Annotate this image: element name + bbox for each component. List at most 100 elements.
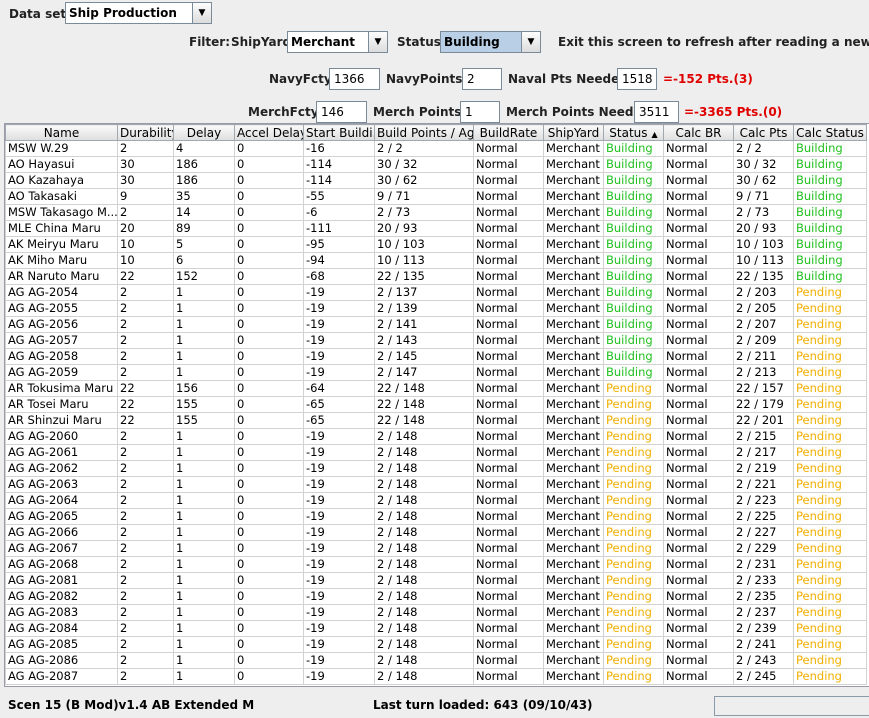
cell-start-build: -19 — [303, 316, 375, 333]
table-row[interactable]: AR Shinzui Maru 22 155 0 -65 22 / 148 Normal Me… — [5, 412, 867, 429]
cell-shipyard: Merchant — [543, 268, 604, 285]
table-row[interactable]: MSW Takasago M... 2 14 0 -6 2 / 73 Normal Merch… — [5, 204, 867, 221]
table-row[interactable]: AO Takasaki 9 35 0 -55 9 / 71 Normal Merchant Bu… — [5, 188, 867, 205]
table-row[interactable]: AK Miho Maru 10 6 0 -94 10 / 113 Normal Merchan… — [5, 252, 867, 269]
table-row[interactable]: AG AG-2086 2 1 0 -19 2 / 148 Normal Merchant Pen… — [5, 652, 867, 669]
table-row[interactable]: AG AG-2054 2 1 0 -19 2 / 137 Normal Merchant Bui… — [5, 284, 867, 301]
column-header-durability[interactable]: Durability — [117, 124, 174, 141]
table-row[interactable]: AG AG-2061 2 1 0 -19 2 / 148 Normal Merchant Pen… — [5, 444, 867, 461]
status-combo[interactable]: Building ▼ — [440, 31, 541, 53]
table-row[interactable]: AG AG-2057 2 1 0 -19 2 / 143 Normal Merchant Bui… — [5, 332, 867, 349]
table-row[interactable]: AG AG-2083 2 1 0 -19 2 / 148 Normal Merchant Pen… — [5, 604, 867, 621]
cell-name: AO Kazahaya — [5, 172, 118, 189]
table-row[interactable]: AG AG-2065 2 1 0 -19 2 / 148 Normal Merchant Pen… — [5, 508, 867, 525]
table-row[interactable]: AG AG-2082 2 1 0 -19 2 / 148 Normal Merchant Pen… — [5, 588, 867, 605]
shipyard-combo[interactable]: Merchant ▼ — [287, 31, 388, 53]
table-row[interactable]: AK Meiryu Maru 10 5 0 -95 10 / 103 Normal Merch… — [5, 236, 867, 253]
cell-calc-status: Building — [793, 204, 867, 221]
table-row[interactable]: AG AG-2068 2 1 0 -19 2 / 148 Normal Merchant Pen… — [5, 556, 867, 573]
cell-calc-pts: 22 / 157 — [733, 380, 794, 397]
table-row[interactable]: AG AG-2060 2 1 0 -19 2 / 148 Normal Merchant Pen… — [5, 428, 867, 445]
table-row[interactable]: AR Tokusima Maru 22 156 0 -64 22 / 148 Normal M… — [5, 380, 867, 397]
ship-production-table[interactable]: Name Durability Delay Accel Delay Start Buil… — [4, 123, 869, 687]
column-header-build-rate[interactable]: BuildRate — [473, 124, 544, 141]
cell-durability: 22 — [117, 268, 174, 285]
table-row[interactable]: MSW W.29 2 4 0 -16 2 / 2 Normal Merchant Buildin… — [5, 140, 867, 157]
cell-start-build: -19 — [303, 556, 375, 573]
table-row[interactable]: AG AG-2085 2 1 0 -19 2 / 148 Normal Merchant Pen… — [5, 636, 867, 653]
chevron-down-icon[interactable]: ▼ — [368, 32, 387, 52]
cell-delay: 1 — [173, 572, 235, 589]
table-row[interactable]: AR Tosei Maru 22 155 0 -65 22 / 148 Normal Merc… — [5, 396, 867, 413]
cell-calc-br: Normal — [663, 332, 734, 349]
cell-status: Pending — [603, 460, 664, 477]
column-header-name[interactable]: Name — [5, 124, 118, 141]
cell-shipyard: Merchant — [543, 620, 604, 637]
cell-shipyard: Merchant — [543, 252, 604, 269]
cell-status: Building — [603, 252, 664, 269]
cell-durability: 2 — [117, 428, 174, 445]
cell-durability: 10 — [117, 236, 174, 253]
table-row[interactable]: AG AG-2081 2 1 0 -19 2 / 148 Normal Merchant Pen… — [5, 572, 867, 589]
column-header-calc-pts[interactable]: Calc Pts — [733, 124, 794, 141]
cell-name: MLE China Maru — [5, 220, 118, 237]
column-header-delay[interactable]: Delay — [173, 124, 235, 141]
cell-start-build: -19 — [303, 300, 375, 317]
table-row[interactable]: AG AG-2066 2 1 0 -19 2 / 148 Normal Merchant Pen… — [5, 524, 867, 541]
cell-accel-delay: 0 — [234, 140, 304, 157]
cell-accel-delay: 0 — [234, 396, 304, 413]
table-row[interactable]: AG AG-2064 2 1 0 -19 2 / 148 Normal Merchant Pen… — [5, 492, 867, 509]
column-header-build-points[interactable]: Build Points / Ag... — [374, 124, 474, 141]
chevron-down-icon[interactable]: ▼ — [521, 32, 540, 52]
dataset-combo[interactable]: Ship Production ▼ — [65, 2, 212, 24]
table-row[interactable]: AO Kazahaya 30 186 0 -114 30 / 62 Normal Mercha… — [5, 172, 867, 189]
navy-fcty-field[interactable]: 1366 — [329, 68, 380, 90]
chevron-down-icon[interactable]: ▼ — [192, 3, 211, 23]
table-row[interactable]: AG AG-2058 2 1 0 -19 2 / 145 Normal Merchant Bui… — [5, 348, 867, 365]
table-row[interactable]: AG AG-2087 2 1 0 -19 2 / 148 Normal Merchant Pen… — [5, 668, 867, 685]
cell-name: AG AG-2058 — [5, 348, 118, 365]
cell-name: AG AG-2067 — [5, 540, 118, 557]
cell-shipyard: Merchant — [543, 140, 604, 157]
column-header-status[interactable]: Status ▲ — [603, 124, 664, 141]
cell-accel-delay: 0 — [234, 172, 304, 189]
column-header-shipyard[interactable]: ShipYard — [543, 124, 604, 141]
cell-start-build: -19 — [303, 588, 375, 605]
merch-pts-needed-field[interactable]: 3511 — [634, 101, 679, 123]
table-row[interactable]: AG AG-2059 2 1 0 -19 2 / 147 Normal Merchant Bui… — [5, 364, 867, 381]
table-row[interactable]: AG AG-2062 2 1 0 -19 2 / 148 Normal Merchant Pen… — [5, 460, 867, 477]
table-row[interactable]: AR Naruto Maru 22 152 0 -68 22 / 135 Normal Mer… — [5, 268, 867, 285]
table-row[interactable]: AO Hayasui 30 186 0 -114 30 / 32 Normal Merchan… — [5, 156, 867, 173]
cell-status: Building — [603, 140, 664, 157]
cell-accel-delay: 0 — [234, 556, 304, 573]
cell-build-points: 9 / 71 — [374, 188, 474, 205]
table-row[interactable]: AG AG-2056 2 1 0 -19 2 / 141 Normal Merchant Bui… — [5, 316, 867, 333]
table-row[interactable]: AG AG-2063 2 1 0 -19 2 / 148 Normal Merchant Pen… — [5, 476, 867, 493]
cell-build-rate: Normal — [473, 268, 544, 285]
column-header-start-build[interactable]: Start Buildi... — [303, 124, 375, 141]
table-row[interactable]: MLE China Maru 20 89 0 -111 20 / 93 Normal Merc… — [5, 220, 867, 237]
cell-name: AG AG-2057 — [5, 332, 118, 349]
cell-durability: 2 — [117, 588, 174, 605]
naval-pts-needed-field[interactable]: 1518 — [617, 68, 657, 90]
navy-points-field[interactable]: 2 — [462, 68, 502, 90]
table-row[interactable]: AG AG-2055 2 1 0 -19 2 / 139 Normal Merchant Bui… — [5, 300, 867, 317]
cell-calc-pts: 10 / 103 — [733, 236, 794, 253]
cell-calc-status: Pending — [793, 588, 867, 605]
cell-calc-status: Pending — [793, 332, 867, 349]
cell-shipyard: Merchant — [543, 476, 604, 493]
column-header-calc-status[interactable]: Calc Status — [793, 124, 867, 141]
cell-calc-status: Pending — [793, 460, 867, 477]
table-row[interactable]: AG AG-2067 2 1 0 -19 2 / 148 Normal Merchant Pen… — [5, 540, 867, 557]
merch-points-field[interactable]: 1 — [460, 101, 500, 123]
cell-start-build: -19 — [303, 668, 375, 685]
column-header-calc-br[interactable]: Calc BR — [663, 124, 734, 141]
column-header-label: Calc Pts — [739, 125, 788, 140]
cell-calc-pts: 30 / 32 — [733, 156, 794, 173]
merch-fcty-label: MerchFcty: — [248, 105, 324, 119]
cell-calc-status: Pending — [793, 652, 867, 669]
table-row[interactable]: AG AG-2084 2 1 0 -19 2 / 148 Normal Merchant Pen… — [5, 620, 867, 637]
column-header-accel-delay[interactable]: Accel Delay — [234, 124, 304, 141]
cell-status: Building — [603, 316, 664, 333]
merch-fcty-field[interactable]: 146 — [316, 101, 367, 123]
